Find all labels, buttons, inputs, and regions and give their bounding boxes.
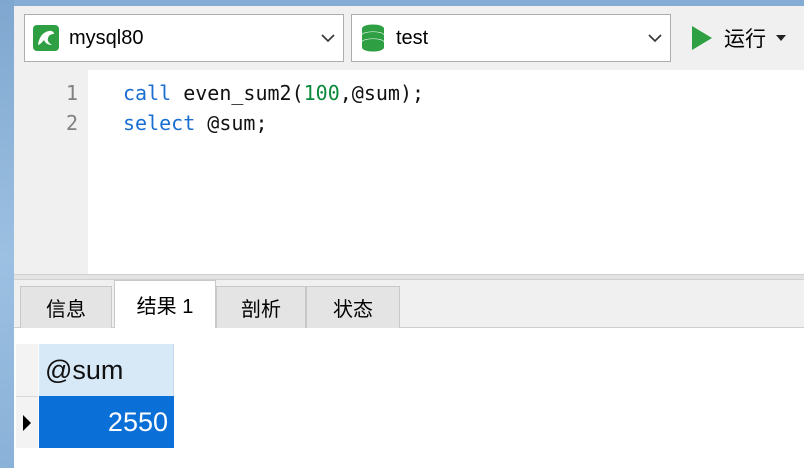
play-icon [692,26,712,50]
desktop-background-left [0,0,14,468]
line-number: 1 [65,81,78,105]
line-number: 2 [65,111,78,135]
results-panel: 信息 剖析 状态 结果 1 @sum 2550 [14,280,804,468]
tab-profile[interactable]: 剖析 [216,286,306,328]
code-keyword: select [123,111,196,135]
database-stack-icon [360,24,386,52]
connection-select[interactable]: mysql80 [24,14,344,62]
code-text: even_sum2( [171,81,304,105]
run-button[interactable]: 运行 [688,20,804,56]
code-text: ,@sum); [339,81,425,105]
current-row-indicator[interactable] [16,396,38,448]
result-grid: @sum 2550 [14,328,804,468]
result-cell[interactable]: 2550 [39,396,174,448]
code-line[interactable]: call even_sum2(100,@sum); [123,78,424,108]
tab-info[interactable]: 信息 [20,286,112,328]
query-toolbar: mysql80 test 运行 [14,6,804,70]
mysql-dolphin-icon [33,25,59,51]
query-window: mysql80 test 运行 1 2 call even_sum2(100,@… [14,6,804,468]
row-pointer-icon [23,414,31,431]
code-line[interactable]: select @sum; [123,108,268,138]
run-button-label: 运行 [724,28,766,51]
connection-value: mysql80 [69,26,144,49]
tab-result-1[interactable]: 结果 1 [114,280,216,329]
database-select[interactable]: test [351,14,671,62]
chevron-down-icon[interactable] [313,14,343,62]
results-tab-bar: 信息 剖析 状态 结果 1 [14,280,804,329]
code-text: @sum; [195,111,268,135]
code-number: 100 [303,81,340,105]
caret-down-icon[interactable] [776,34,786,42]
chevron-down-icon[interactable] [640,14,670,62]
sql-editor[interactable]: 1 2 call even_sum2(100,@sum); select @su… [14,70,804,274]
column-header[interactable]: @sum [39,344,174,396]
database-value: test [396,26,429,49]
line-number-gutter: 1 2 [14,70,88,274]
code-keyword: call [123,81,172,105]
tab-status[interactable]: 状态 [306,286,400,328]
